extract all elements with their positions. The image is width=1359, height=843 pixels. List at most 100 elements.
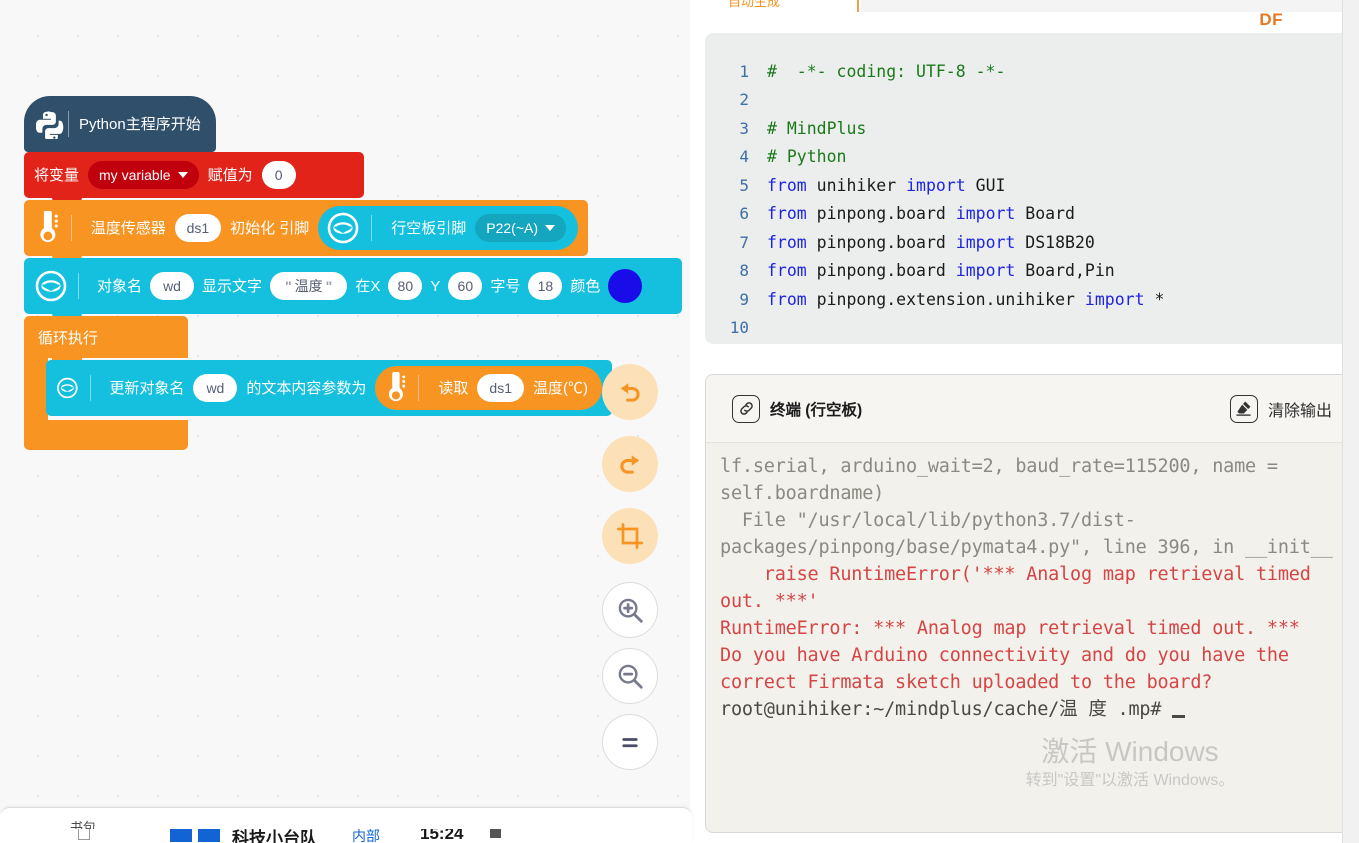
- block-display-text[interactable]: 对象名 wd 显示文字 " 温度 " 在X 80 Y 60 字号 18 颜色: [24, 258, 682, 321]
- zoom-reset-button[interactable]: [602, 714, 658, 770]
- terminal-cursor: [1172, 715, 1186, 718]
- code-line: 2: [705, 86, 1353, 115]
- display-object-input[interactable]: wd: [150, 272, 195, 300]
- unihiker-icon: [57, 377, 78, 399]
- variable-dropdown-value: my variable: [99, 167, 171, 183]
- update-text-l2: 的文本内容参数为: [246, 379, 367, 397]
- code-line: 7 from pinpong.board import DS18B20: [705, 228, 1353, 257]
- display-string-value: 温度: [294, 278, 323, 294]
- block-unihiker-pin[interactable]: 行空板引脚 P22(~A): [318, 206, 578, 250]
- redo-button[interactable]: [602, 436, 658, 492]
- line-number: 5: [739, 175, 749, 195]
- block-update-text[interactable]: 更新对象名 wd 的文本内容参数为 读取 ds1 温度(℃): [46, 360, 612, 416]
- display-text-l6: 颜色: [570, 277, 601, 295]
- loop-label: 循环执行: [38, 329, 99, 347]
- update-text-l1: 更新对象名: [109, 379, 185, 397]
- terminal-line: lf.serial, arduino_wait=2, baud_rate=115…: [720, 456, 1289, 504]
- read-temp-sensor-input[interactable]: ds1: [477, 374, 524, 402]
- python-logo-icon: [36, 111, 64, 139]
- taskbar-tile-1[interactable]: [170, 829, 192, 842]
- tab-divider: [857, 0, 859, 12]
- thermometer-icon: [389, 372, 406, 402]
- terminal-output[interactable]: lf.serial, arduino_wait=2, baud_rate=115…: [706, 443, 1358, 832]
- code-line: 4 # Python: [705, 143, 1353, 172]
- terminal-line: Do you have Arduino connectivity and do …: [720, 645, 1300, 693]
- display-string-input[interactable]: " 温度 ": [270, 272, 348, 300]
- display-text-l1: 对象名: [97, 277, 143, 295]
- taskbar-square-icon: [490, 829, 501, 838]
- tab-strip-background: [861, 0, 1359, 12]
- mindplus-window: Python主程序开始 将变量 my variable 赋值为 0 温度传感器 …: [0, 0, 1359, 843]
- line-number: 10: [729, 318, 749, 338]
- read-temp-l4: 温度(℃): [533, 379, 588, 397]
- read-temp-l3: 读取: [438, 379, 469, 397]
- chevron-down-icon: [545, 225, 555, 231]
- display-y-input[interactable]: 60: [448, 272, 483, 300]
- taskbar-title: 科技小台队: [232, 829, 317, 843]
- eraser-icon: [1229, 394, 1258, 423]
- update-object-input[interactable]: wd: [193, 374, 238, 402]
- terminal-line-list: lf.serial, arduino_wait=2, baud_rate=115…: [720, 453, 1344, 723]
- line-number: 1: [739, 61, 749, 81]
- block-temp-sensor-init[interactable]: 温度传感器 ds1 初始化 引脚 行空板引脚 P22(~A): [24, 200, 588, 263]
- zoom-in-button[interactable]: [602, 582, 658, 638]
- line-source: from unihiker import GUI: [767, 175, 1006, 195]
- line-number: 3: [739, 118, 749, 138]
- line-source: from pinpong.board import DS18B20: [767, 232, 1095, 252]
- zoom-out-icon: [618, 664, 643, 689]
- variable-value-input[interactable]: 0: [261, 161, 296, 189]
- generated-code-editor[interactable]: 1 # -*- coding: UTF-8 -*- 2 3 # MindPlus 4 # P…: [705, 33, 1353, 344]
- code-line: 1 # -*- coding: UTF-8 -*-: [705, 57, 1353, 86]
- block-separator: [89, 375, 91, 401]
- clear-output-button[interactable]: 清除输出: [1229, 394, 1332, 423]
- line-number: 8: [739, 261, 749, 281]
- line-number: 2: [739, 90, 749, 110]
- unihiker-icon: [327, 212, 359, 244]
- line-number: 7: [739, 232, 749, 252]
- line-number: 6: [739, 204, 749, 224]
- code-line: 9 from pinpong.extension.unihiker import …: [705, 285, 1353, 314]
- block-separator: [371, 215, 373, 241]
- pin-dropdown[interactable]: P22(~A): [475, 214, 566, 242]
- equals-icon: [622, 738, 638, 748]
- line-source: from pinpong.board import Board: [767, 204, 1075, 224]
- block-separator: [68, 111, 69, 137]
- code-line: 8 from pinpong.board import Board,Pin: [705, 257, 1353, 286]
- line-number: 4: [739, 147, 749, 167]
- tab-auto-generated[interactable]: 自动生成: [728, 0, 780, 12]
- terminal-title: 终端 (行空板): [770, 401, 863, 419]
- crop-icon: [616, 522, 644, 550]
- chevron-down-icon: [177, 172, 188, 178]
- quote-close: ": [325, 278, 333, 294]
- line-source: # Python: [767, 147, 847, 167]
- set-variable-prefix: 将变量: [34, 166, 80, 184]
- zoom-out-button[interactable]: [602, 648, 658, 704]
- set-variable-middle: 赋值为: [207, 166, 253, 184]
- terminal-panel: 终端 (行空板) 清除输出 lf.serial, arduino_wait=2,…: [705, 374, 1359, 833]
- temp-sensor-object-input[interactable]: ds1: [174, 214, 222, 242]
- unihiker-icon: [35, 270, 67, 302]
- window-icon: [78, 829, 90, 840]
- df-brand-logo: DF: [1259, 10, 1283, 29]
- block-canvas[interactable]: Python主程序开始 将变量 my variable 赋值为 0 温度传感器 …: [0, 0, 692, 812]
- terminal-line: RuntimeError: *** Analog map retrieval t…: [720, 618, 1300, 639]
- display-fontsize-input[interactable]: 18: [528, 272, 563, 300]
- terminal-line: raise RuntimeError('*** Analog map retri…: [720, 564, 1322, 612]
- pin-dropdown-value: P22(~A): [486, 220, 538, 236]
- undo-button[interactable]: [602, 364, 658, 420]
- terminal-line: File "/usr/local/lib/python3.7/dist-pack…: [720, 510, 1333, 558]
- line-source: from pinpong.board import Board,Pin: [767, 261, 1115, 281]
- display-x-input[interactable]: 80: [388, 272, 423, 300]
- crop-button[interactable]: [602, 508, 658, 564]
- block-set-variable[interactable]: 将变量 my variable 赋值为 0: [24, 152, 364, 205]
- block-read-temperature[interactable]: 读取 ds1 温度(℃): [375, 366, 602, 410]
- taskbar-peek[interactable]: 科技小台队 内部 15:24: [0, 829, 692, 843]
- variable-dropdown[interactable]: my variable: [88, 161, 199, 189]
- page-scrollbar[interactable]: [1342, 0, 1359, 843]
- line-source: # MindPlus: [767, 118, 867, 138]
- taskbar-tile-2[interactable]: [198, 829, 220, 842]
- block-python-main-start[interactable]: Python主程序开始: [24, 96, 216, 159]
- code-line-list: 1 # -*- coding: UTF-8 -*- 2 3 # MindPlus 4 # P…: [705, 57, 1353, 342]
- color-picker-swatch[interactable]: [608, 269, 643, 303]
- display-text-l3: 在X: [355, 277, 381, 295]
